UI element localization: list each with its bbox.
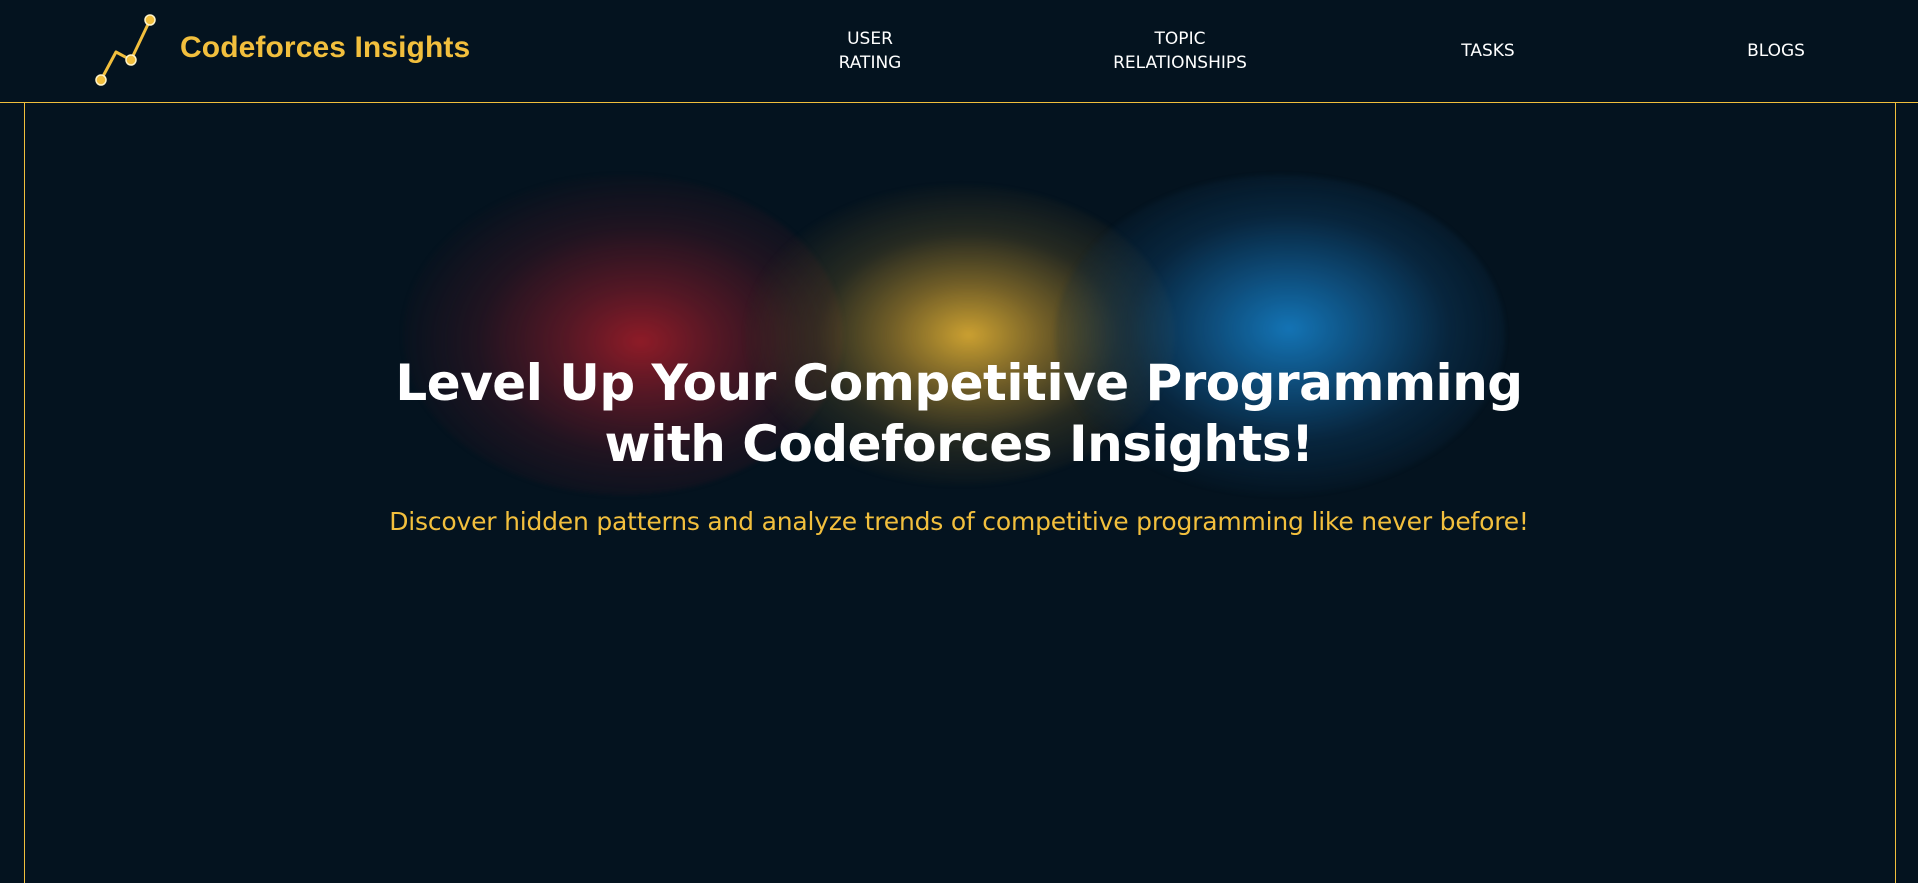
nav-label-line1: TOPIC — [1154, 29, 1206, 49]
nav-tasks[interactable]: TASKS — [1438, 39, 1538, 63]
nav-user-rating[interactable]: USER RATING — [820, 27, 920, 75]
nav-label-line1: USER — [847, 29, 893, 49]
brand-name[interactable]: Codeforces Insights — [180, 31, 470, 65]
nav-label: BLOGS — [1747, 41, 1805, 61]
nav-blogs[interactable]: BLOGS — [1726, 39, 1826, 63]
hero-title-line2: with Codeforces Insights! — [604, 415, 1314, 473]
hero-title-line1: Level Up Your Competitive Programming — [395, 354, 1523, 412]
nav-label-line2: RATING — [838, 53, 902, 73]
hero-subtitle: Discover hidden patterns and analyze tre… — [389, 507, 1529, 536]
nav-topic-relationships[interactable]: TOPIC RELATIONSHIPS — [1080, 27, 1280, 75]
nav-label: TASKS — [1461, 41, 1515, 61]
line-chart-icon[interactable] — [93, 14, 159, 88]
hero-title: Level Up Your Competitive Programming wi… — [0, 353, 1918, 475]
top-header: Codeforces Insights USER RATING TOPIC RE… — [0, 0, 1918, 103]
nav-label-line2: RELATIONSHIPS — [1113, 53, 1247, 73]
